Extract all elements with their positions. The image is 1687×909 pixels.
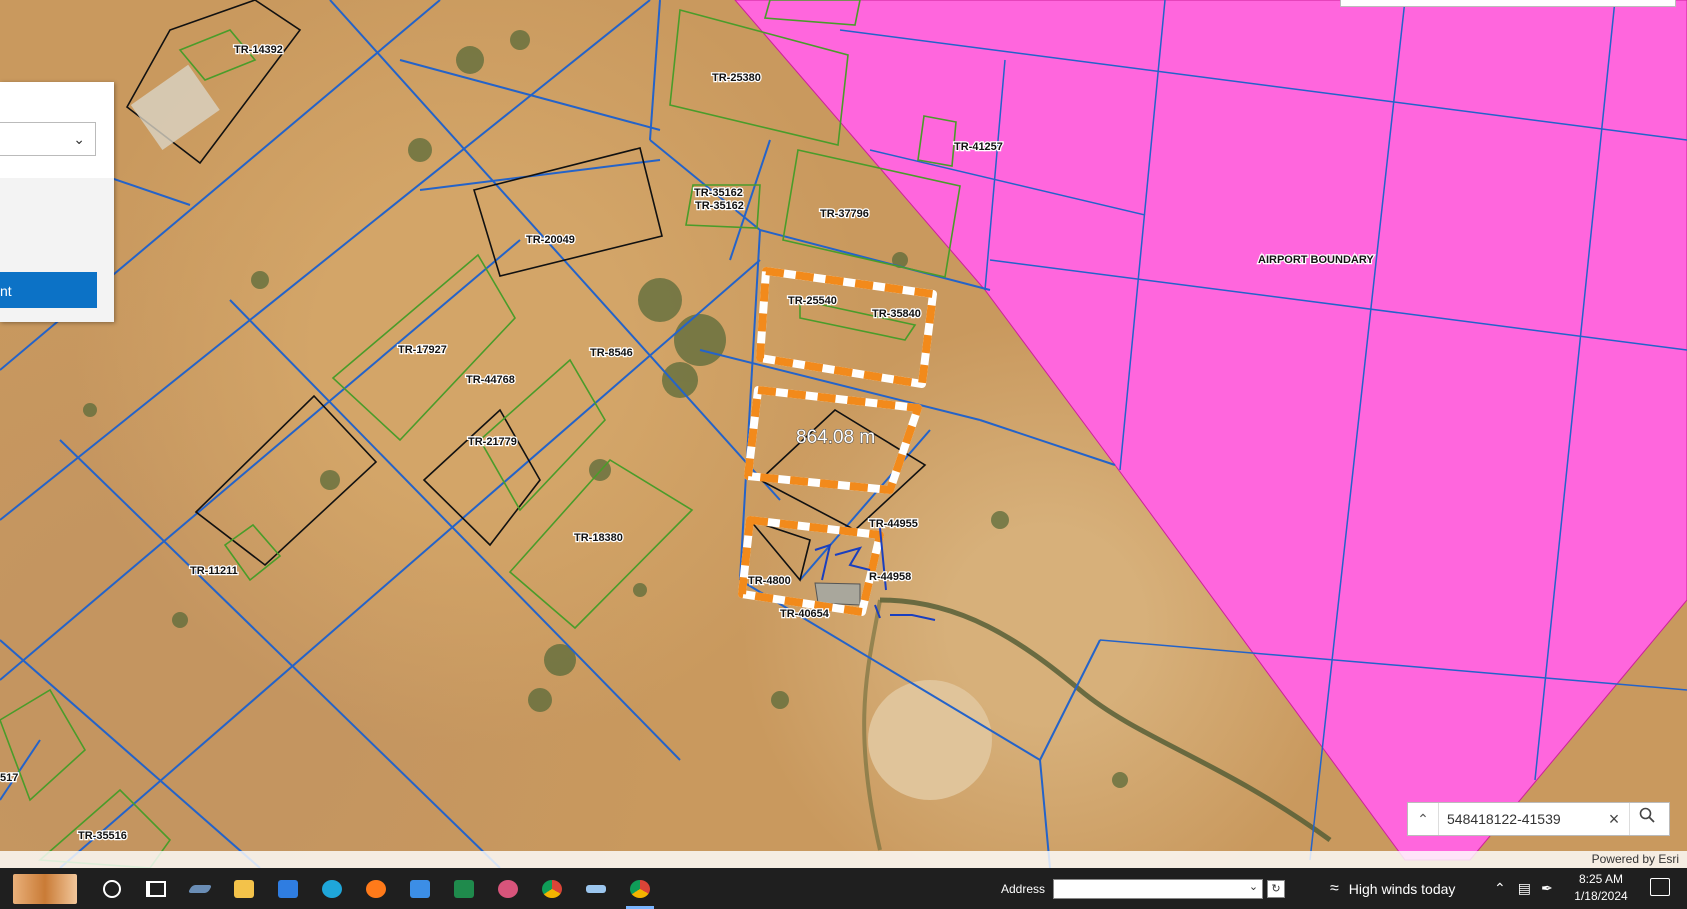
chrome-app-icon[interactable] [618, 868, 662, 909]
svg-text:TR-41257: TR-41257 [954, 141, 1003, 153]
svg-text:TR-44955: TR-44955 [869, 518, 918, 530]
svg-text:TR-35840: TR-35840 [872, 308, 921, 320]
app-wing-icon[interactable] [178, 868, 222, 909]
map-canvas[interactable]: TR-14392 TR-25380 TR-41257 TR-35162 TR-3… [0, 0, 1687, 868]
top-panel-tab[interactable] [1340, 0, 1676, 7]
store-icon[interactable] [266, 868, 310, 909]
chevron-down-icon: ⌄ [73, 131, 85, 147]
svg-text:TR-35162: TR-35162 [695, 200, 744, 212]
refresh-icon[interactable]: ↻ [1267, 879, 1286, 898]
chevron-up-icon[interactable]: ⌃ [1408, 803, 1439, 835]
search-circle-icon[interactable] [90, 868, 134, 909]
search-icon[interactable] [1629, 803, 1664, 835]
clock[interactable]: 8:25 AM 1/18/2024 [1566, 871, 1636, 905]
svg-text:TR-44768: TR-44768 [466, 374, 515, 386]
clock-time: 8:25 AM [1578, 872, 1624, 886]
svg-text:TR-8546: TR-8546 [590, 347, 633, 359]
firefox-icon[interactable] [354, 868, 398, 909]
svg-text:TR-25380: TR-25380 [712, 72, 761, 84]
address-toolbar: Address ⌄ ↻ [1001, 868, 1286, 909]
chevron-up-icon[interactable]: ⌃ [1494, 880, 1506, 897]
svg-text:TR-35516: TR-35516 [78, 830, 127, 842]
measurement-label: 864.08 m [796, 427, 875, 448]
weather-text: High winds today [1348, 880, 1456, 897]
black-parcels [125, 0, 927, 582]
excel-icon[interactable] [442, 868, 486, 909]
task-view-icon[interactable] [134, 868, 178, 909]
clearing [868, 680, 992, 800]
side-panel: ⌄ nt [0, 82, 114, 322]
clock-date: 1/18/2024 [1574, 889, 1628, 903]
svg-text:TR-21779: TR-21779 [468, 436, 517, 448]
clear-icon[interactable]: × [1599, 809, 1629, 830]
map-view[interactable]: TR-14392 TR-25380 TR-41257 TR-35162 TR-3… [0, 0, 1687, 868]
chrome-icon[interactable] [530, 868, 574, 909]
taskbar: Address ⌄ ↻ ≈ High winds today ⌃ ▤ ✒ 8:2… [0, 868, 1687, 909]
svg-text:TR-20049: TR-20049 [526, 234, 575, 246]
map-attribution: Powered by Esri [0, 851, 1687, 868]
pen-icon[interactable]: ✒ [1541, 880, 1553, 897]
svg-text:517: 517 [0, 772, 18, 784]
svg-text:R-44958: R-44958 [869, 571, 911, 583]
address-input[interactable]: ⌄ [1053, 878, 1264, 899]
mail-icon[interactable] [398, 868, 442, 909]
edge-icon[interactable] [310, 868, 354, 909]
start-logo-icon[interactable] [0, 868, 90, 909]
search-widget: ⌃ × [1407, 802, 1670, 836]
layer-dropdown[interactable]: ⌄ [0, 122, 96, 156]
system-tray: ⌃ ▤ ✒ [1494, 868, 1553, 909]
svg-text:TR-18380: TR-18380 [574, 532, 623, 544]
svg-text:TR-40654: TR-40654 [780, 608, 830, 620]
svg-text:TR-37796: TR-37796 [820, 208, 869, 220]
search-input[interactable] [1439, 810, 1599, 828]
weather-widget[interactable]: ≈ High winds today [1330, 868, 1455, 909]
network-icon[interactable]: ▤ [1518, 880, 1531, 897]
svg-text:TR-4800: TR-4800 [748, 575, 791, 587]
snipping-tool-icon[interactable] [486, 868, 530, 909]
panel-action-button[interactable]: nt [0, 272, 97, 308]
scanner-icon[interactable] [574, 868, 618, 909]
svg-text:TR-11211: TR-11211 [190, 565, 238, 577]
address-label: Address [1001, 881, 1046, 896]
building [814, 582, 861, 606]
svg-text:TR-35162: TR-35162 [694, 187, 743, 199]
svg-text:TR-25540: TR-25540 [788, 295, 837, 307]
svg-text:TR-17927: TR-17927 [398, 344, 447, 356]
chevron-down-icon[interactable]: ⌄ [1249, 880, 1258, 893]
file-explorer-icon[interactable] [222, 868, 266, 909]
notification-icon[interactable] [1650, 878, 1670, 896]
svg-text:TR-14392: TR-14392 [234, 44, 283, 56]
airport-boundary-label: AIRPORT BOUNDARY [1258, 254, 1374, 266]
wind-icon: ≈ [1330, 879, 1339, 897]
